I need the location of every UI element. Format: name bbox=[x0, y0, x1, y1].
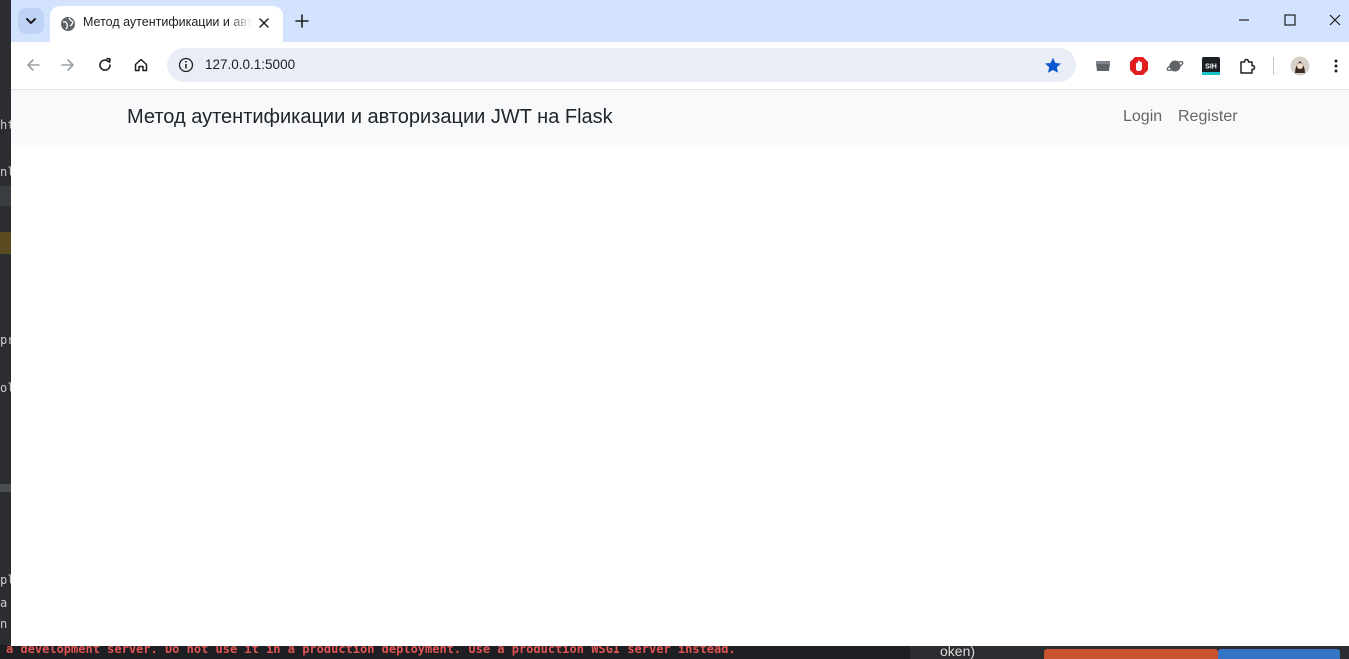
adblock-extension-icon bbox=[1130, 57, 1148, 75]
maximize-icon bbox=[1284, 14, 1296, 26]
background-highlight bbox=[0, 186, 11, 206]
close-icon bbox=[1329, 14, 1341, 26]
sih-extension-button[interactable]: SIH bbox=[1200, 55, 1222, 77]
background-text-fragment: oken) bbox=[940, 645, 976, 659]
planet-extension-icon bbox=[1166, 60, 1184, 72]
tab-strip: Метод аутентификации и авторизации JWT н… bbox=[11, 0, 1349, 42]
sih-extension-icon: SIH bbox=[1202, 57, 1220, 75]
navbar-brand[interactable]: Метод аутентификации и авторизации JWT н… bbox=[127, 106, 613, 129]
background-window-edge: ht nl pr ol pl a n bbox=[0, 0, 14, 659]
globe-icon bbox=[61, 17, 75, 31]
url-text[interactable]: 127.0.0.1:5000 bbox=[205, 57, 295, 72]
avatar bbox=[1290, 56, 1310, 76]
storage-extension-icon bbox=[1096, 61, 1110, 71]
window-close-button[interactable] bbox=[1323, 8, 1347, 32]
site-navbar: Метод аутентификации и авторизации JWT н… bbox=[11, 90, 1349, 145]
background-text-fragment: n bbox=[0, 617, 8, 631]
profile-avatar-button[interactable] bbox=[1289, 55, 1311, 77]
tab-title: Метод аутентификации и авторизации JWT н… bbox=[83, 15, 250, 29]
toolbar-separator bbox=[1273, 57, 1274, 75]
address-bar[interactable]: 127.0.0.1:5000 bbox=[167, 48, 1076, 82]
home-icon bbox=[134, 58, 148, 72]
browser-menu-button[interactable] bbox=[1325, 55, 1347, 77]
planet-extension-button[interactable] bbox=[1164, 55, 1186, 77]
close-icon bbox=[259, 18, 269, 28]
arrow-left-icon bbox=[27, 59, 40, 71]
background-panel: oken) bbox=[910, 645, 1020, 659]
browser-tab-active[interactable]: Метод аутентификации и авторизации JWT н… bbox=[50, 6, 283, 42]
background-divider bbox=[0, 484, 11, 492]
maximize-button[interactable] bbox=[1278, 8, 1302, 32]
nav-link-login[interactable]: Login bbox=[1123, 108, 1162, 126]
arrow-right-icon bbox=[61, 59, 74, 71]
reload-button[interactable] bbox=[91, 51, 119, 79]
sih-label: SIH bbox=[1205, 64, 1217, 71]
bookmark-star-icon[interactable] bbox=[1043, 56, 1063, 76]
new-tab-button[interactable] bbox=[291, 10, 313, 32]
home-button[interactable] bbox=[127, 51, 155, 79]
console-warning-text: a development server. Do not use it in a… bbox=[6, 645, 736, 656]
background-tab bbox=[1044, 649, 1218, 659]
more-vertical-icon bbox=[1334, 59, 1338, 73]
adblock-extension-button[interactable] bbox=[1128, 55, 1150, 77]
back-button[interactable] bbox=[19, 51, 47, 79]
browser-window: Метод аутентификации и авторизации JWT н… bbox=[11, 0, 1349, 646]
reload-icon bbox=[99, 57, 111, 71]
nav-link-register[interactable]: Register bbox=[1178, 108, 1238, 126]
storage-extension-button[interactable] bbox=[1092, 55, 1114, 77]
minimize-button[interactable] bbox=[1232, 8, 1256, 32]
background-tab bbox=[1218, 649, 1340, 659]
web-page: Метод аутентификации и авторизации JWT н… bbox=[11, 90, 1349, 646]
forward-button[interactable] bbox=[54, 51, 82, 79]
info-icon bbox=[178, 57, 194, 73]
background-console: a development server. Do not use it in a… bbox=[0, 645, 910, 659]
background-text-fragment: a bbox=[0, 596, 8, 610]
extensions-menu-button[interactable] bbox=[1236, 55, 1258, 77]
tab-close-button[interactable] bbox=[255, 14, 273, 32]
browser-toolbar: 127.0.0.1:5000 SIH bbox=[11, 42, 1349, 90]
puzzle-extensions-icon bbox=[1240, 58, 1256, 74]
minimize-icon bbox=[1239, 19, 1249, 21]
site-info-button[interactable] bbox=[175, 54, 197, 76]
background-highlight bbox=[0, 232, 11, 254]
chevron-down-icon bbox=[26, 18, 36, 24]
plus-icon bbox=[295, 14, 309, 28]
background-panel bbox=[1020, 645, 1349, 659]
tab-search-button[interactable] bbox=[18, 8, 44, 34]
